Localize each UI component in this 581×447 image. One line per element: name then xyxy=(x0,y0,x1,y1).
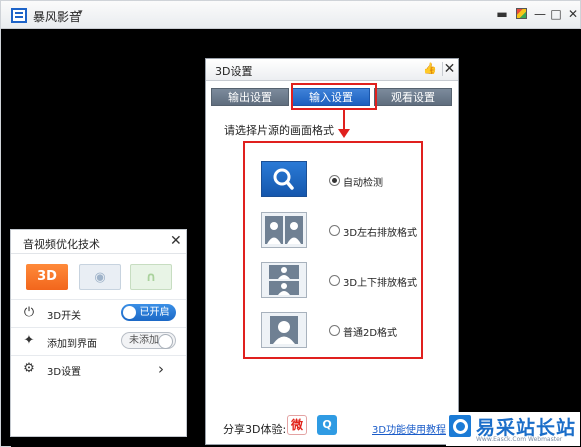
tab-highlight-box xyxy=(291,83,377,110)
close-button[interactable]: ✕ xyxy=(566,7,580,21)
highlight-arrow-head xyxy=(338,129,350,138)
3d-icon[interactable]: 3D xyxy=(26,264,68,290)
row-divider xyxy=(11,355,186,356)
watermark-logo-icon xyxy=(449,415,471,437)
chevron-right-icon[interactable]: › xyxy=(158,360,164,378)
row-divider xyxy=(11,299,186,300)
dialog-header: 3D设置 👍 ✕ xyxy=(206,59,458,81)
radio-side-by-side[interactable] xyxy=(329,225,340,236)
chat-icon[interactable]: ▬ xyxy=(495,7,509,21)
row-3d-switch: ⏻ 3D开关 已开启 xyxy=(11,299,186,327)
search-icon[interactable] xyxy=(261,161,307,197)
tab-output-settings[interactable]: 输出设置 xyxy=(211,88,289,106)
add-to-ui-toggle[interactable]: 未添加 xyxy=(121,332,176,349)
row-add-to-ui: ✦ 添加到界面 未添加 xyxy=(11,327,186,355)
power-icon: ⏻ xyxy=(23,305,35,320)
share-label: 分享3D体验: xyxy=(223,423,287,436)
weibo-share-icon[interactable]: 微 xyxy=(287,415,307,435)
app-title[interactable]: 暴风影音 xyxy=(33,8,81,25)
option-label-auto-detect[interactable]: 自动检测 xyxy=(343,174,383,189)
skin-icon[interactable] xyxy=(514,7,528,21)
row-divider xyxy=(11,327,186,328)
row-label-3d-switch: 3D开关 xyxy=(47,311,82,322)
thumbs-up-icon[interactable]: 👍 xyxy=(423,62,437,76)
watermark: 易采站长站 Www.Easck.Com Webmaster xyxy=(446,412,580,446)
panel-close-button[interactable]: ✕ xyxy=(170,233,182,249)
tab-viewing-settings[interactable]: 观看设置 xyxy=(374,88,452,106)
watermark-subtext: Www.Easck.Com Webmaster xyxy=(476,436,563,443)
av-optimization-panel: 音视频优化技术 ✕ 3D ◉ ∩ ⏻ 3D开关 已开启 ✦ 添加到界面 未添加 … xyxy=(10,229,187,437)
panel-header: 音视频优化技术 ✕ xyxy=(11,230,186,254)
option-label-top-bottom[interactable]: 3D上下排放格式 xyxy=(343,274,417,289)
side-by-side-icon[interactable] xyxy=(261,212,307,248)
row-label-add-to-ui: 添加到界面 xyxy=(47,339,97,350)
tencent-share-icon[interactable]: Q xyxy=(317,415,337,435)
headphones-icon[interactable]: ∩ xyxy=(130,264,172,290)
radio-auto-detect[interactable] xyxy=(329,175,340,186)
3d-tutorial-link[interactable]: 3D功能使用教程 xyxy=(372,421,446,436)
gear-icon: ⚙ xyxy=(23,361,35,376)
person-icon[interactable] xyxy=(261,312,307,348)
row-label-3d-settings: 3D设置 xyxy=(47,367,82,378)
maximize-button[interactable]: □ xyxy=(549,7,563,21)
top-bottom-icon[interactable] xyxy=(261,262,307,298)
title-bar: 暴风影音 ▾ ▬ — □ ✕ xyxy=(1,1,580,29)
panel-title: 音视频优化技术 xyxy=(23,238,100,251)
3d-switch-toggle[interactable]: 已开启 xyxy=(121,304,176,321)
format-prompt: 请选择片源的画面格式 xyxy=(224,124,334,137)
highlight-arrow xyxy=(343,109,345,131)
dialog-title: 3D设置 xyxy=(215,65,253,78)
eye-icon[interactable]: ◉ xyxy=(79,264,121,290)
option-label-side-by-side[interactable]: 3D左右排放格式 xyxy=(343,224,417,239)
option-label-normal-2d[interactable]: 普通2D格式 xyxy=(343,324,397,339)
app-menu-caret-icon[interactable]: ▾ xyxy=(78,8,83,18)
radio-normal-2d[interactable] xyxy=(329,325,340,336)
radio-top-bottom[interactable] xyxy=(329,275,340,286)
pin-icon: ✦ xyxy=(23,333,35,348)
3d-settings-dialog: 3D设置 👍 ✕ 输出设置 输入设置 观看设置 请选择片源的画面格式 自动检测 … xyxy=(205,58,459,445)
dialog-close-button[interactable]: ✕ xyxy=(442,62,456,76)
app-logo-icon[interactable] xyxy=(11,8,27,23)
row-3d-settings[interactable]: ⚙ 3D设置 › xyxy=(11,355,186,383)
minimize-button[interactable]: — xyxy=(533,7,547,21)
